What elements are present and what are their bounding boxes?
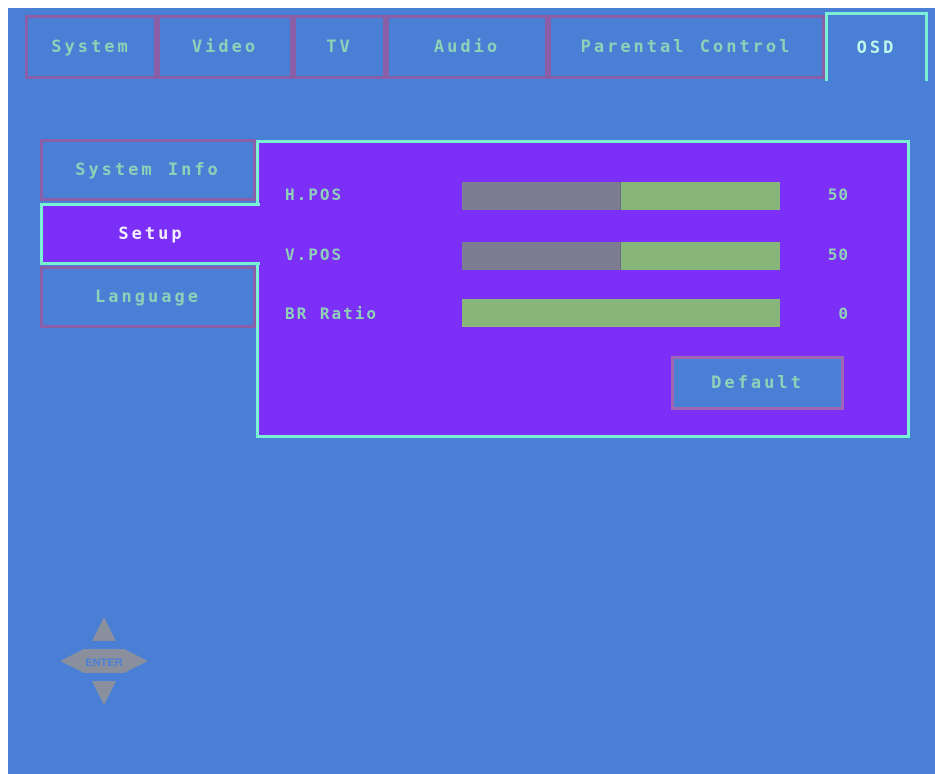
tab-label: Audio (433, 37, 501, 57)
setting-label: BR Ratio (285, 304, 379, 323)
arrow-down-icon (92, 681, 116, 705)
setup-content-panel: H.POS 50 V.POS 50 BR Ratio 0 Default (256, 140, 910, 438)
hpos-slider[interactable] (462, 182, 780, 210)
tab-label: Parental Control (580, 37, 793, 57)
tab-label: Video (191, 37, 259, 57)
tab-audio[interactable]: Audio (386, 15, 548, 79)
side-item-label: Setup (118, 224, 185, 244)
tab-label: System (51, 37, 131, 57)
setting-label: V.POS (285, 245, 344, 264)
tab-tv[interactable]: TV (293, 15, 386, 79)
tab-system[interactable]: System (25, 15, 157, 79)
tab-label: TV (326, 37, 353, 57)
default-button-label: Default (711, 373, 804, 393)
arrow-right-icon (124, 649, 148, 673)
osd-panel: System Video TV Audio Parental Control O… (8, 8, 935, 774)
dpad-icon: ENTER (60, 617, 148, 705)
default-button[interactable]: Default (671, 356, 844, 410)
tab-parental-control[interactable]: Parental Control (548, 15, 825, 79)
vpos-slider[interactable] (462, 242, 780, 270)
slider-fill (462, 242, 621, 270)
side-item-label: System Info (75, 160, 221, 180)
setting-value: 50 (827, 245, 849, 264)
side-item-label: Language (95, 287, 201, 307)
arrow-up-icon (92, 617, 116, 641)
side-item-setup[interactable]: Setup (40, 203, 260, 265)
setting-value: 50 (827, 185, 849, 204)
slider-fill (462, 182, 621, 210)
side-item-language[interactable]: Language (40, 266, 256, 328)
enter-label: ENTER (85, 657, 122, 669)
br-ratio-slider[interactable] (462, 299, 780, 327)
tab-video[interactable]: Video (157, 15, 293, 79)
tab-osd[interactable]: OSD (825, 12, 928, 81)
osd-screen: System Video TV Audio Parental Control O… (0, 0, 935, 774)
enter-navigation-pad: ENTER (58, 615, 150, 707)
setting-value: 0 (838, 304, 849, 323)
side-item-system-info[interactable]: System Info (40, 139, 256, 201)
setting-label: H.POS (285, 185, 344, 204)
arrow-left-icon (60, 649, 84, 673)
tab-label: OSD (856, 38, 897, 58)
